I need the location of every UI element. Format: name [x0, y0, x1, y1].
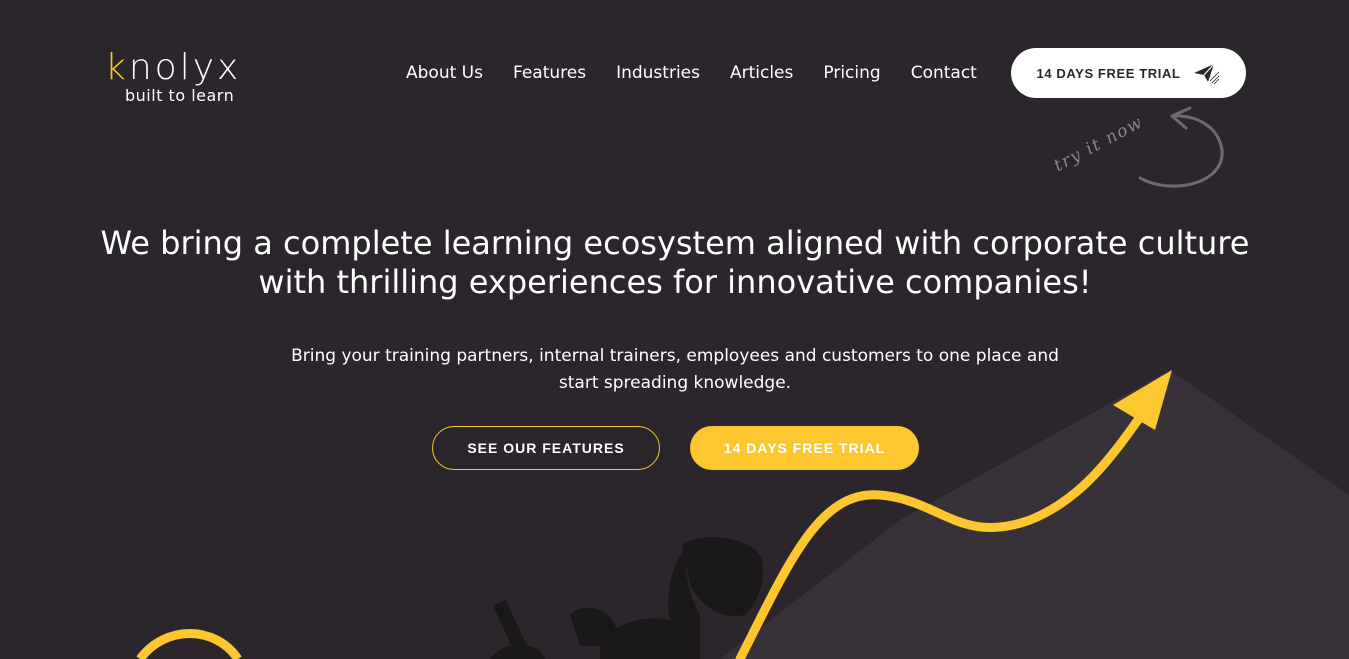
nav-industries[interactable]: Industries — [616, 60, 700, 86]
hero-title: We bring a complete learning ecosystem a… — [100, 224, 1250, 301]
nav-contact[interactable]: Contact — [911, 60, 977, 86]
nav-articles[interactable]: Articles — [730, 60, 793, 86]
person-silhouette — [490, 537, 764, 659]
logo-rest-letters: nolyx — [128, 47, 242, 88]
logo-tagline: built to learn — [125, 86, 235, 105]
nav-pricing[interactable]: Pricing — [823, 60, 880, 86]
see-features-button[interactable]: SEE OUR FEATURES — [432, 426, 660, 470]
hero-subtitle: Bring your training partners, internal t… — [291, 346, 1059, 393]
header-free-trial-label: 14 DAYS FREE TRIAL — [1036, 65, 1181, 81]
left-curve-decoration — [136, 629, 242, 659]
nav-features[interactable]: Features — [513, 60, 586, 86]
hero-free-trial-button[interactable]: 14 DAYS FREE TRIAL — [690, 426, 919, 470]
logo-accent-letter: k — [105, 47, 129, 88]
header-free-trial-button[interactable]: 14 DAYS FREE TRIAL — [1011, 48, 1246, 98]
try-it-arrow — [1138, 106, 1224, 188]
paper-plane-icon — [1194, 63, 1220, 85]
main-navigation: About Us Features Industries Articles Pr… — [406, 60, 977, 86]
nav-about-us[interactable]: About Us — [406, 60, 483, 86]
growth-arrow-head — [1113, 370, 1172, 430]
mountain-shape — [720, 370, 1349, 659]
knolyx-logo[interactable]: knolyx built to learn — [105, 48, 275, 110]
logo-wordmark: knolyx — [105, 48, 275, 88]
try-it-now-note: try it now — [1050, 112, 1147, 176]
